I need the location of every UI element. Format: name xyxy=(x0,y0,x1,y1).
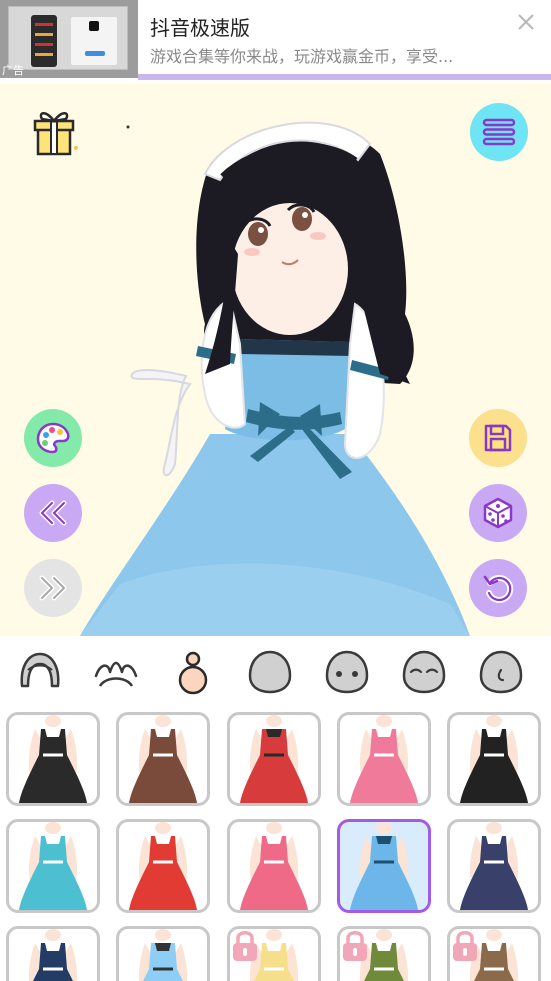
face-nose-icon[interactable] xyxy=(475,646,527,698)
face-eyes-icon[interactable] xyxy=(321,646,373,698)
padlock-icon xyxy=(343,931,367,961)
outfit-tile-red-maid-dress[interactable] xyxy=(116,819,210,913)
save-button[interactable] xyxy=(469,409,527,467)
outfit-tile-yellow-top[interactable] xyxy=(227,926,321,981)
outfit-tile-brown-coat-outfit[interactable] xyxy=(447,926,541,981)
ad-label: 广告 xyxy=(2,64,24,77)
hamburger-menu-icon xyxy=(482,118,516,146)
outfit-tile-navy-blazer-uniform[interactable] xyxy=(6,926,100,981)
hair-icon[interactable] xyxy=(14,646,66,698)
outfit-thumbnail xyxy=(460,822,528,910)
next-button[interactable] xyxy=(24,559,82,617)
outfit-tile-pink-ribbon-dress[interactable] xyxy=(227,819,321,913)
outfit-thumbnail xyxy=(19,822,87,910)
outfit-tile-green-olive-outfit[interactable] xyxy=(337,926,431,981)
gift-icon[interactable] xyxy=(24,104,82,162)
ad-divider xyxy=(138,74,551,80)
double-chevron-left-icon xyxy=(39,500,67,526)
close-icon[interactable] xyxy=(514,10,538,34)
ad-description[interactable]: 游戏合集等你来战，玩游戏赢金币，享受... xyxy=(150,43,500,67)
outfit-tile-navy-sailor-uniform[interactable] xyxy=(447,819,541,913)
outfit-tile-black-bunny-outfit[interactable] xyxy=(6,712,100,806)
palette-button[interactable] xyxy=(24,409,82,467)
character-preview xyxy=(80,121,470,636)
outfit-tile-red-bunny-outfit[interactable] xyxy=(227,712,321,806)
outfit-grid xyxy=(0,706,551,981)
ad-thumbnail[interactable]: 广告 xyxy=(0,0,138,78)
outfit-tile-teal-dress[interactable] xyxy=(6,819,100,913)
outfit-thumbnail xyxy=(460,715,528,803)
ad-banner[interactable]: 广告 抖音极速版 游戏合集等你来战，玩游戏赢金币，享受... xyxy=(0,0,551,80)
padlock-icon xyxy=(233,931,257,961)
outfit-thumbnail xyxy=(28,929,78,981)
outfit-thumbnail xyxy=(19,715,87,803)
dice-icon xyxy=(483,497,513,529)
outfit-thumbnail xyxy=(350,822,418,910)
outfit-tile-black-gothic-dress[interactable] xyxy=(447,712,541,806)
menu-button[interactable] xyxy=(470,103,528,161)
outfit-thumbnail xyxy=(138,929,188,981)
face-closed-eyes-icon[interactable] xyxy=(398,646,450,698)
dress-up-app: 广告 抖音极速版 游戏合集等你来战，玩游戏赢金币，享受... xyxy=(0,0,551,981)
double-chevron-right-icon xyxy=(39,575,67,601)
undo-arrow-icon xyxy=(483,574,514,603)
bunny-ears-icon[interactable] xyxy=(90,646,142,698)
body-icon[interactable] xyxy=(167,646,219,698)
category-bar xyxy=(0,636,551,706)
outfit-thumbnail xyxy=(350,715,418,803)
palette-icon xyxy=(36,422,70,454)
random-button[interactable] xyxy=(469,484,527,542)
outfit-tile-brown-bunny-outfit[interactable] xyxy=(116,712,210,806)
padlock-icon xyxy=(453,931,477,961)
outfit-tile-pink-maid-dress[interactable] xyxy=(337,712,431,806)
outfit-thumbnail xyxy=(129,822,197,910)
outfit-tile-blue-maid-dress[interactable] xyxy=(337,819,431,913)
undo-button[interactable] xyxy=(469,559,527,617)
outfit-thumbnail xyxy=(240,715,308,803)
face-blank-icon[interactable] xyxy=(244,646,296,698)
floppy-disk-icon xyxy=(484,424,512,452)
character-stage xyxy=(0,84,551,636)
ad-title[interactable]: 抖音极速版 xyxy=(150,12,250,41)
outfit-thumbnail xyxy=(129,715,197,803)
outfit-tile-light-blue-top[interactable] xyxy=(116,926,210,981)
outfit-thumbnail xyxy=(240,822,308,910)
previous-button[interactable] xyxy=(24,484,82,542)
